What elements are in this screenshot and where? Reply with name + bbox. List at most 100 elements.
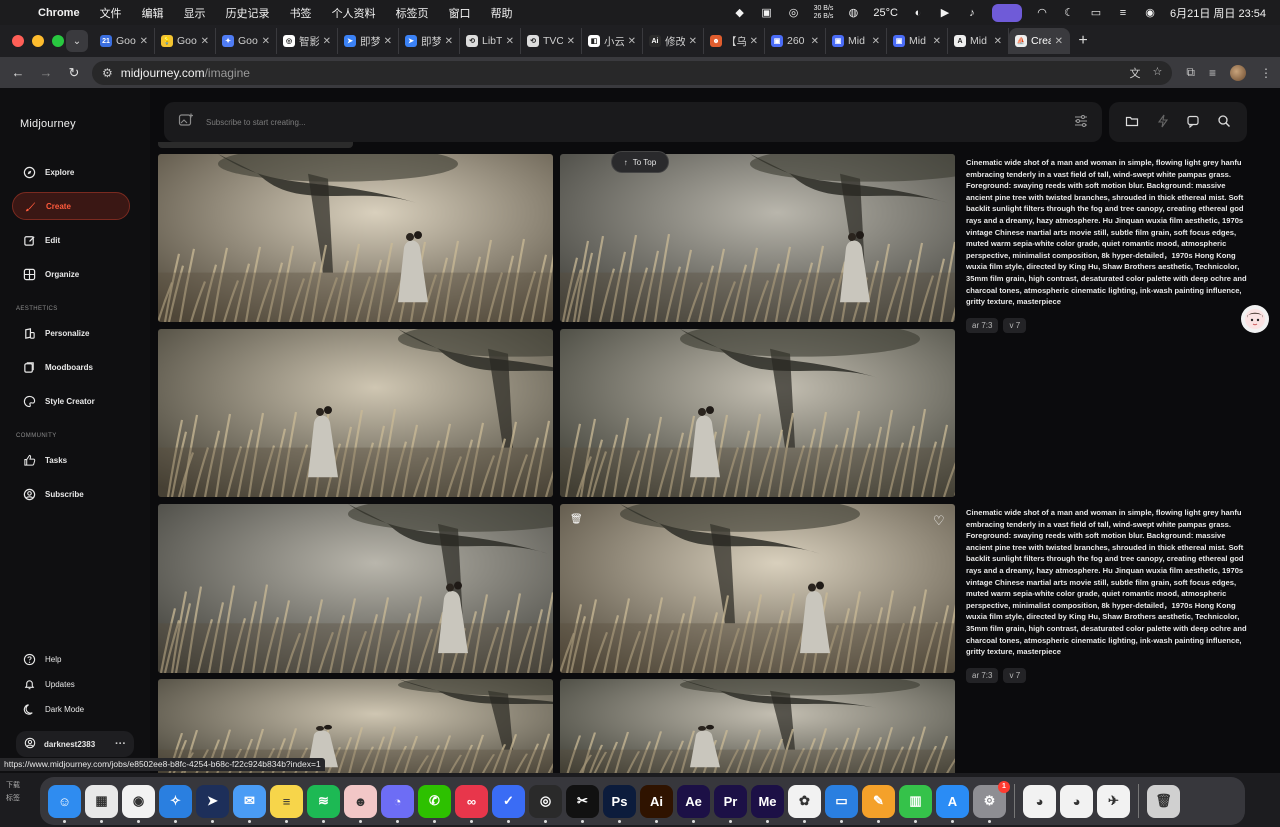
user-account-row[interactable]: darknest2383 ··· — [16, 731, 134, 757]
qq-icon[interactable]: ◕ — [1023, 784, 1056, 818]
weather-temperature[interactable]: 25°C — [873, 7, 898, 19]
brand-logo[interactable]: Midjourney — [20, 118, 76, 130]
menu-history[interactable]: 历史记录 — [216, 5, 280, 21]
sidebar-item-subscribe[interactable]: Subscribe — [12, 480, 130, 508]
play-icon[interactable]: ▶ — [938, 6, 952, 20]
chrome-menu-icon[interactable]: ⋮ — [1260, 66, 1272, 80]
sidebar-item-edit[interactable]: Edit — [12, 226, 130, 254]
feishu-send-icon[interactable]: ➤ — [196, 784, 229, 823]
sidebar-item-style-creator[interactable]: Style Creator — [12, 387, 130, 415]
baidu-netdisk-icon[interactable]: ✿ — [788, 784, 821, 823]
prompt-input[interactable]: Subscribe to start creating... — [206, 118, 306, 127]
browser-tab[interactable]: ◧ 小云 ✕ — [582, 28, 643, 54]
pages-icon[interactable]: ✎ — [862, 784, 895, 823]
photoshop-icon[interactable]: Ps — [603, 784, 636, 823]
avatar-app-icon[interactable]: ☻ — [344, 784, 377, 823]
menu-app-name[interactable]: Chrome — [30, 7, 90, 19]
sidebar-item-moodboards[interactable]: Moodboards — [12, 353, 130, 381]
zoom-window-button[interactable] — [52, 35, 64, 47]
browser-tab[interactable]: ☻ 【乌 ✕ — [704, 28, 765, 54]
minimize-window-button[interactable] — [32, 35, 44, 47]
browser-tab[interactable]: ⟲ TVC ✕ — [521, 28, 582, 54]
search-icon[interactable] — [1217, 114, 1231, 131]
more-options-icon[interactable]: ··· — [115, 738, 126, 750]
menu-edit[interactable]: 编辑 — [132, 5, 174, 21]
ai-app-icon[interactable]: ◎ — [529, 784, 562, 823]
sidebar-item-help[interactable]: Help — [12, 645, 130, 673]
tab-close-icon[interactable]: ✕ — [994, 36, 1002, 47]
sidebar-item-organize[interactable]: Organize — [12, 260, 130, 288]
generated-image[interactable] — [158, 329, 553, 497]
browser-tab[interactable]: ✦ Goo ✕ — [216, 28, 277, 54]
assistant-avatar-button[interactable] — [1241, 305, 1269, 333]
sync-status-icon[interactable]: ◎ — [787, 6, 801, 20]
trash-icon[interactable]: 🗑 — [1147, 784, 1180, 818]
spotify-icon[interactable]: ≋ — [307, 784, 340, 823]
forward-button[interactable]: → — [36, 65, 56, 80]
app-store-icon[interactable]: A — [936, 784, 969, 823]
version-tag[interactable]: v 7 — [1003, 668, 1027, 683]
browser-tab[interactable]: Ai 修改 ✕ — [643, 28, 704, 54]
sidebar-item-updates[interactable]: Updates — [12, 670, 130, 698]
stats-icon[interactable]: ◍ — [846, 6, 860, 20]
browser-tab[interactable]: 💡 Goo ✕ — [155, 28, 216, 54]
capcut-icon[interactable]: ✂ — [566, 784, 599, 823]
downloads-label[interactable]: 下载 — [6, 779, 20, 792]
trash-icon[interactable]: 🗑 — [570, 514, 583, 525]
heart-icon[interactable]: ♡ — [933, 513, 945, 529]
generated-image[interactable] — [560, 329, 955, 497]
wechat-tray-icon[interactable]: ◐ — [911, 6, 925, 20]
generated-image[interactable] — [560, 154, 955, 322]
menu-profiles[interactable]: 个人资料 — [322, 5, 386, 21]
browser-tab[interactable]: ◎ 智影 ✕ — [277, 28, 338, 54]
menu-bookmarks[interactable]: 书签 — [280, 5, 322, 21]
wechat-icon[interactable]: ✆ — [418, 784, 451, 823]
lightning-icon[interactable] — [1156, 114, 1170, 131]
feishu-icon[interactable]: ✈ — [1097, 784, 1130, 818]
tab-close-icon[interactable]: ✕ — [811, 36, 819, 47]
generated-image[interactable] — [158, 154, 553, 322]
tab-close-icon[interactable]: ✕ — [506, 36, 514, 47]
browser-tab[interactable]: ⟲ LibT ✕ — [460, 28, 521, 54]
address-bar[interactable]: ⚙ midjourney.com/imagine 文 ☆ — [92, 60, 1173, 85]
profile-avatar[interactable] — [1230, 64, 1246, 81]
reload-button[interactable]: ↻ — [64, 65, 84, 81]
system-settings-icon[interactable]: ⚙ 1 — [973, 780, 1010, 823]
generated-image[interactable] — [560, 504, 955, 673]
creative-cloud-icon[interactable]: ∞ — [455, 784, 488, 823]
wifi-icon[interactable]: ◠ — [1035, 6, 1049, 20]
menu-window[interactable]: 窗口 — [439, 5, 481, 21]
focus-moon-icon[interactable]: ☾ — [1062, 6, 1076, 20]
mail-icon[interactable]: ✉ — [233, 784, 266, 823]
generated-image[interactable] — [560, 679, 955, 774]
finder-icon[interactable]: ☺ — [48, 784, 81, 823]
notes-icon[interactable]: ≡ — [270, 784, 303, 823]
siri-icon[interactable]: ◉ — [1143, 6, 1157, 20]
sidebar-item-dark-mode[interactable]: Dark Mode — [12, 695, 130, 723]
browser-tab[interactable]: ▣ Mid ✕ — [826, 28, 887, 54]
app-status-icon[interactable]: ◆ — [733, 6, 747, 20]
back-button[interactable]: ← — [8, 65, 28, 80]
after-effects-icon[interactable]: Ae — [677, 784, 710, 823]
media-encoder-icon[interactable]: Me — [751, 784, 784, 823]
browser-tab[interactable]: ➤ 即梦 ✕ — [399, 28, 460, 54]
job-prompt[interactable]: Cinematic wide shot of a man and woman i… — [966, 507, 1251, 658]
tab-close-icon[interactable]: ✕ — [140, 36, 148, 47]
premiere-icon[interactable]: Pr — [714, 784, 747, 823]
tab-search-chevron-icon[interactable]: ⌄ — [66, 30, 88, 52]
sidebar-item-create[interactable]: Create — [12, 192, 130, 220]
tab-close-icon[interactable]: ✕ — [201, 36, 209, 47]
tab-close-icon[interactable]: ✕ — [628, 36, 636, 47]
site-settings-icon[interactable]: ⚙ — [102, 66, 113, 80]
qq-2-icon[interactable]: ◕ — [1060, 784, 1093, 818]
tab-close-icon[interactable]: ✕ — [1055, 36, 1063, 47]
tab-close-icon[interactable]: ✕ — [872, 36, 880, 47]
aspect-ratio-tag[interactable]: ar 7:3 — [966, 318, 999, 333]
mail-check-icon[interactable]: ✓ — [492, 784, 525, 823]
bookmarks-label[interactable]: 标签 — [6, 792, 20, 805]
numbers-icon[interactable]: ▥ — [899, 784, 932, 823]
translate-icon[interactable]: 文 — [1130, 65, 1141, 81]
chat-app-icon[interactable]: ◔ — [381, 784, 414, 823]
add-image-icon[interactable] — [178, 112, 194, 133]
illustrator-icon[interactable]: Ai — [640, 784, 673, 823]
